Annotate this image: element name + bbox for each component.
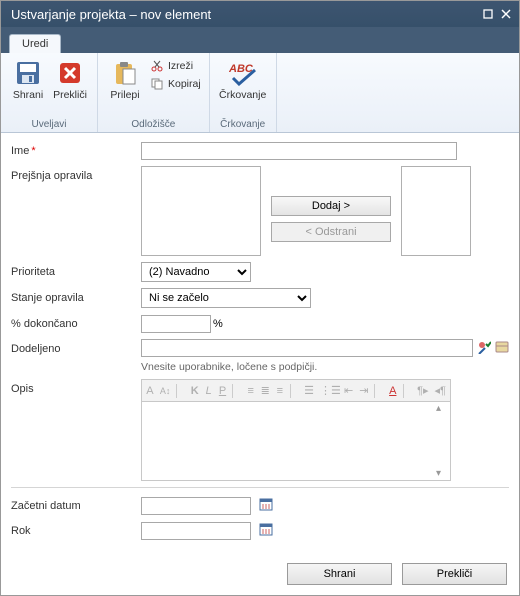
status-select[interactable]: Ni se začelo [141,288,311,308]
close-button[interactable] [499,7,513,21]
cancel-label: Prekliči [53,89,87,101]
status-label: Stanje opravila [11,292,84,304]
rte-ordered-list-icon[interactable]: ☰ [304,384,314,397]
ribbon-group-clipboard: Prilepi Izreži Kopiraj [98,53,210,132]
maximize-button[interactable] [481,7,495,21]
name-input[interactable] [141,142,457,160]
rte-bold-icon[interactable]: K [191,385,199,397]
copy-button[interactable]: Kopiraj [148,75,203,93]
separator [11,487,509,488]
browse-people-icon[interactable] [495,340,509,359]
save-button[interactable]: Shrani [7,57,49,103]
priority-select[interactable]: (2) Navadno [141,262,251,282]
duedate-input[interactable] [141,522,251,540]
paste-button[interactable]: Prilepi [104,57,146,103]
assigned-input[interactable] [141,339,473,357]
check-names-icon[interactable] [477,340,491,359]
remove-button[interactable]: < Odstrani [271,222,391,242]
rte-outdent-icon[interactable]: ⇤ [344,384,353,397]
cut-button[interactable]: Izreži [148,57,203,75]
rte-indent-icon[interactable]: ⇥ [359,384,368,397]
scroll-up-icon[interactable]: ▴ [436,403,441,414]
rte-toolbar: A A↕ K L P ≡ ≣ ≡ ☰ ⋮☰ ⇤ ⇥ A [141,379,451,401]
name-label: Ime [11,145,29,157]
group-commit-label: Uveljavi [7,118,91,130]
rte-font-color-icon[interactable]: A [389,385,397,397]
assigned-label: Dodeljeno [11,343,61,355]
duedate-calendar-icon[interactable] [259,522,275,538]
copy-label: Kopiraj [168,78,201,90]
scroll-down-icon[interactable]: ▾ [436,468,441,479]
group-spell-label: Črkovanje [216,118,270,130]
spellcheck-icon: ABC [229,59,257,87]
cut-label: Izreži [168,60,193,72]
ribbon-group-commit: Shrani Prekliči Uveljavi [1,53,98,132]
cut-icon [150,59,164,73]
duedate-label: Rok [11,525,31,537]
footer-save-button[interactable]: Shrani [287,563,392,585]
tab-strip: Uredi [1,27,519,53]
save-label: Shrani [13,89,43,101]
paste-icon [111,59,139,87]
required-asterisk: * [31,145,35,157]
copy-icon [150,77,164,91]
dialog-footer: Shrani Prekliči [1,557,519,595]
startdate-calendar-icon[interactable] [259,497,275,513]
title-bar: Ustvarjanje projekta – nov element [1,1,519,27]
rte-align-right-icon[interactable]: ≡ [276,385,284,397]
ribbon: Shrani Prekliči Uveljavi Prilepi [1,53,519,133]
save-icon [14,59,42,87]
dialog-window: Ustvarjanje projekta – nov element Uredi… [0,0,520,596]
description-textarea[interactable] [141,401,451,481]
footer-cancel-button[interactable]: Prekliči [402,563,507,585]
percent-suffix: % [213,318,223,330]
rte-underline-icon[interactable]: P [219,385,227,397]
paste-label: Prilepi [110,89,139,101]
available-tasks-listbox[interactable] [141,166,261,256]
percent-input[interactable] [141,315,211,333]
cancel-icon [56,59,84,87]
description-label: Opis [11,383,34,395]
group-clipboard-label: Odložišče [104,118,203,130]
rte-unordered-list-icon[interactable]: ⋮☰ [320,384,338,397]
rte-rtl-icon[interactable]: ◂¶ [435,384,446,397]
rte-font-size-icon[interactable]: A↕ [160,386,171,396]
predecessors-label: Prejšnja opravila [11,170,92,182]
cancel-button[interactable]: Prekliči [49,57,91,103]
add-button[interactable]: Dodaj > [271,196,391,216]
percent-label: % dokončano [11,318,78,330]
tab-edit[interactable]: Uredi [9,34,61,53]
window-title: Ustvarjanje projekta – nov element [11,7,477,22]
rte-align-center-icon[interactable]: ≣ [261,384,270,397]
assigned-hint: Vnesite uporabnike, ločene s podpičji. [141,361,509,373]
startdate-label: Začetni datum [11,500,81,512]
ribbon-group-spelling: ABC Črkovanje Črkovanje [210,53,277,132]
rte-align-left-icon[interactable]: ≡ [247,385,255,397]
rte-italic-icon[interactable]: L [205,385,213,397]
form-body: Ime* Prejšnja opravila Dodaj > < Odstran… [1,133,519,557]
spellcheck-label: Črkovanje [219,89,266,101]
priority-label: Prioriteta [11,266,55,278]
spellcheck-button[interactable]: ABC Črkovanje [216,57,270,103]
rte-ltr-icon[interactable]: ¶▸ [417,384,428,397]
rte-font-family-icon[interactable]: A [146,385,154,397]
startdate-input[interactable] [141,497,251,515]
selected-tasks-listbox[interactable] [401,166,471,256]
